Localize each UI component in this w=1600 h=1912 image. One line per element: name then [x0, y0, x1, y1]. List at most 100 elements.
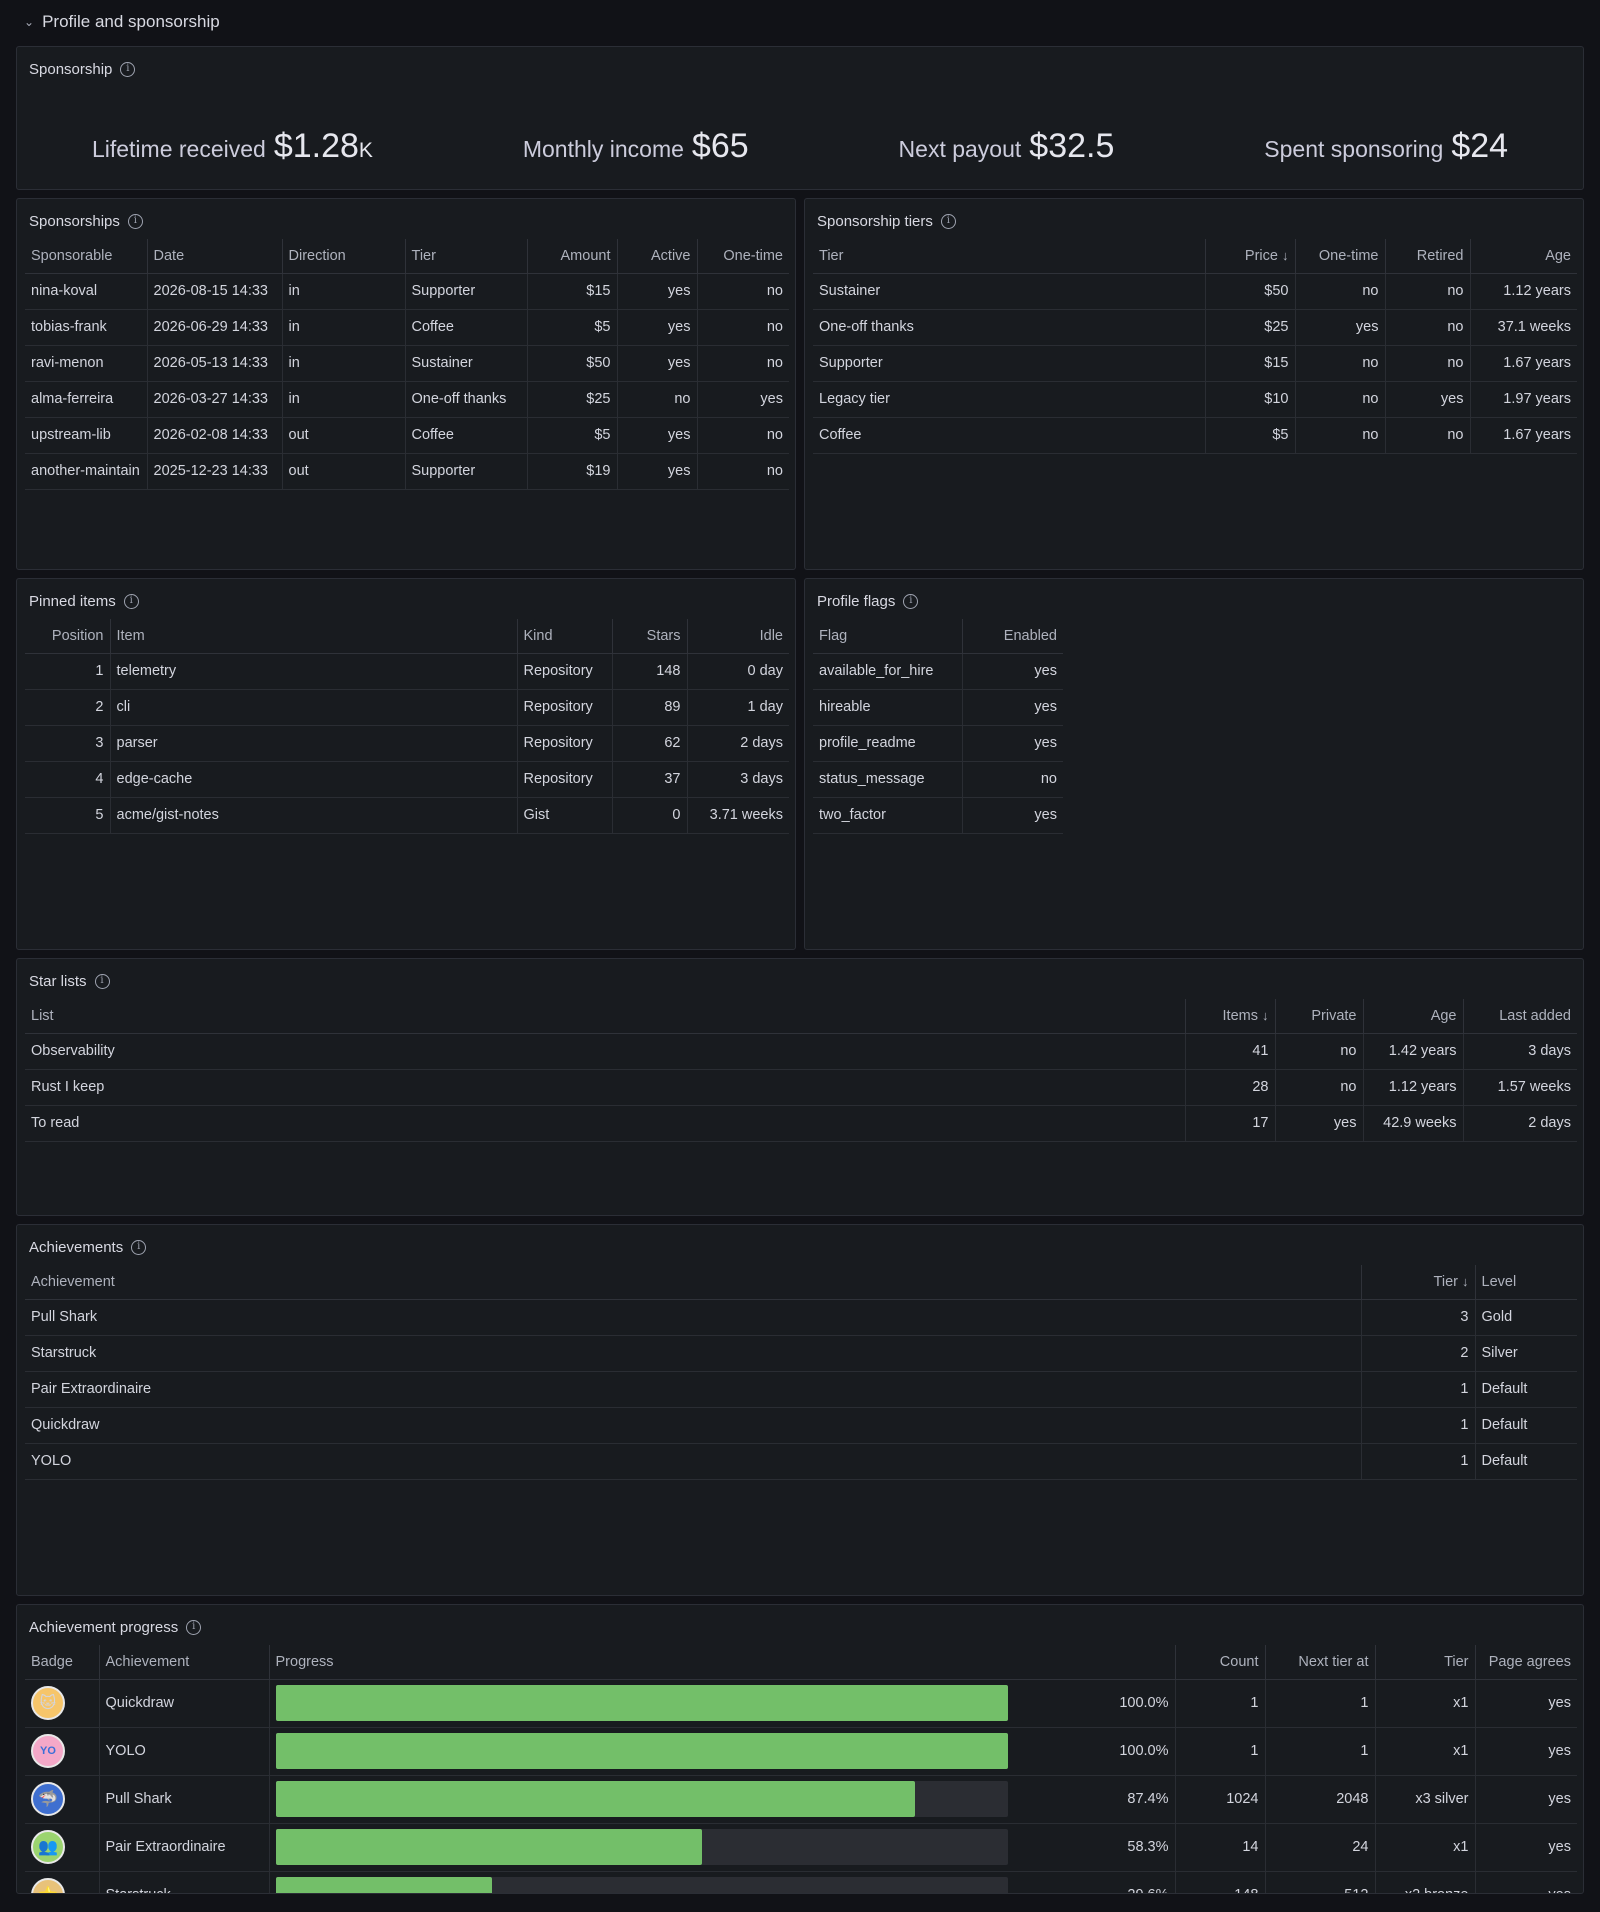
- column-header[interactable]: Page agrees: [1474, 1645, 1577, 1680]
- column-header[interactable]: Item: [109, 619, 517, 654]
- column-header[interactable]: One-time: [1294, 239, 1385, 274]
- table-row[interactable]: Observability 41 no 1.42 years 3 days: [25, 1033, 1577, 1070]
- table-row[interactable]: status_message no: [813, 761, 1063, 798]
- table-row[interactable]: Sustainer $50 no no 1.12 years: [813, 273, 1577, 310]
- info-icon[interactable]: i: [131, 1239, 147, 1255]
- table-row[interactable]: Quickdraw 1 Default: [25, 1407, 1577, 1444]
- column-header[interactable]: Achievement: [98, 1645, 269, 1680]
- column-header[interactable]: Achievement: [25, 1265, 1361, 1300]
- table-row[interactable]: 1 telemetry Repository 148 0 day: [25, 653, 789, 690]
- table-row[interactable]: Legacy tier $10 no yes 1.97 years: [813, 381, 1577, 418]
- column-header[interactable]: Tier: [1374, 1645, 1475, 1680]
- tier-link[interactable]: Coffee: [813, 417, 1205, 454]
- column-header-sorted[interactable]: Items ↓: [1184, 999, 1275, 1034]
- table-row[interactable]: upstream-lib 2026-02-08 14:33 out Coffee $5 y…: [25, 417, 789, 454]
- item-link[interactable]: parser: [109, 725, 517, 762]
- table-row[interactable]: Pull Shark 3 Gold: [25, 1299, 1577, 1336]
- column-header[interactable]: Last added: [1462, 999, 1577, 1034]
- tier-link[interactable]: Supporter: [813, 345, 1205, 382]
- table-row[interactable]: 2 cli Repository 89 1 day: [25, 689, 789, 726]
- table-row[interactable]: two_factor yes: [813, 797, 1063, 834]
- table-row[interactable]: YO YOLO 100.0% 1 1 x1 yes: [25, 1727, 1577, 1776]
- sponsorable-link[interactable]: ravi-menon: [25, 345, 147, 382]
- table-row[interactable]: One-off thanks $25 yes no 37.1 weeks: [813, 309, 1577, 346]
- table-row[interactable]: available_for_hire yes: [813, 653, 1063, 690]
- sponsorable-link[interactable]: tobias-frank: [25, 309, 147, 346]
- table-row[interactable]: hireable yes: [813, 689, 1063, 726]
- achievement-link[interactable]: YOLO: [25, 1443, 1361, 1480]
- column-header[interactable]: Active: [616, 239, 697, 274]
- column-header[interactable]: Enabled: [961, 619, 1063, 654]
- table-row[interactable]: Rust I keep 28 no 1.12 years 1.57 weeks: [25, 1069, 1577, 1106]
- column-header[interactable]: Private: [1274, 999, 1363, 1034]
- column-header[interactable]: Direction: [281, 239, 405, 274]
- achievement-link[interactable]: Pair Extraordinaire: [25, 1371, 1361, 1408]
- item-link[interactable]: edge-cache: [109, 761, 517, 798]
- item-link[interactable]: telemetry: [109, 653, 517, 690]
- table-row[interactable]: tobias-frank 2026-06-29 14:33 in Coffee $5 ye…: [25, 309, 789, 346]
- table-row[interactable]: 🐱 Quickdraw 100.0% 1 1 x1 yes: [25, 1679, 1577, 1728]
- row-header[interactable]: ⌄ Profile and sponsorship: [24, 10, 220, 34]
- sponsorable-link[interactable]: another-maintain: [25, 453, 147, 490]
- achievement-link[interactable]: YOLO: [98, 1727, 269, 1776]
- achievement-link[interactable]: Pair Extraordinaire: [98, 1823, 269, 1872]
- info-icon[interactable]: i: [940, 213, 956, 229]
- column-header[interactable]: Stars: [611, 619, 687, 654]
- column-header[interactable]: Next tier at: [1264, 1645, 1375, 1680]
- table-row[interactable]: 👥 Pair Extraordinaire 58.3% 14 24 x1 yes: [25, 1823, 1577, 1872]
- item-link[interactable]: cli: [109, 689, 517, 726]
- column-header[interactable]: Sponsorable: [25, 239, 147, 274]
- achievement-link[interactable]: Pull Shark: [98, 1775, 269, 1824]
- achievement-link[interactable]: Starstruck: [25, 1335, 1361, 1372]
- column-header[interactable]: One-time: [696, 239, 789, 274]
- chevron-down-icon[interactable]: ⌄: [24, 15, 34, 29]
- column-header[interactable]: Date: [146, 239, 282, 274]
- info-icon[interactable]: i: [120, 61, 136, 77]
- info-icon[interactable]: i: [123, 593, 139, 609]
- tier-link[interactable]: Legacy tier: [813, 381, 1205, 418]
- achievement-link[interactable]: Quickdraw: [25, 1407, 1361, 1444]
- column-header[interactable]: Kind: [516, 619, 612, 654]
- tier-link[interactable]: One-off thanks: [813, 309, 1205, 346]
- column-header[interactable]: Position: [25, 619, 110, 654]
- column-header[interactable]: Idle: [686, 619, 789, 654]
- item-link[interactable]: acme/gist-notes: [109, 797, 517, 834]
- table-row[interactable]: 5 acme/gist-notes Gist 0 3.71 weeks: [25, 797, 789, 834]
- achievement-link[interactable]: Pull Shark: [25, 1299, 1361, 1336]
- list-link[interactable]: To read: [25, 1105, 1185, 1142]
- list-link[interactable]: Rust I keep: [25, 1069, 1185, 1106]
- table-row[interactable]: 🦈 Pull Shark 87.4% 1024 2048 x3 silver yes: [25, 1775, 1577, 1824]
- info-icon[interactable]: i: [186, 1619, 202, 1635]
- table-row[interactable]: profile_readme yes: [813, 725, 1063, 762]
- achievement-link[interactable]: Starstruck: [98, 1871, 269, 1893]
- column-header[interactable]: Age: [1362, 999, 1463, 1034]
- flag-link[interactable]: hireable: [813, 689, 962, 726]
- flag-link[interactable]: two_factor: [813, 797, 962, 834]
- flag-link[interactable]: available_for_hire: [813, 653, 962, 690]
- table-row[interactable]: 3 parser Repository 62 2 days: [25, 725, 789, 762]
- info-icon[interactable]: i: [94, 973, 110, 989]
- column-header[interactable]: Amount: [526, 239, 617, 274]
- column-header[interactable]: Age: [1469, 239, 1577, 274]
- column-header[interactable]: Tier: [813, 239, 1205, 274]
- table-row[interactable]: Pair Extraordinaire 1 Default: [25, 1371, 1577, 1408]
- achievement-link[interactable]: Quickdraw: [98, 1679, 269, 1728]
- flag-link[interactable]: profile_readme: [813, 725, 962, 762]
- table-row[interactable]: 4 edge-cache Repository 37 3 days: [25, 761, 789, 798]
- column-header[interactable]: Level: [1474, 1265, 1577, 1300]
- table-row[interactable]: another-maintain 2025-12-23 14:33 out Suppo…: [25, 453, 789, 490]
- table-row[interactable]: alma-ferreira 2026-03-27 14:33 in One-off t…: [25, 381, 789, 418]
- table-row[interactable]: Supporter $15 no no 1.67 years: [813, 345, 1577, 382]
- table-row[interactable]: Starstruck 2 Silver: [25, 1335, 1577, 1372]
- column-header-sorted[interactable]: Tier ↓: [1360, 1265, 1475, 1300]
- sponsorable-link[interactable]: alma-ferreira: [25, 381, 147, 418]
- info-icon[interactable]: i: [903, 593, 919, 609]
- table-row[interactable]: nina-koval 2026-08-15 14:33 in Supporter $15…: [25, 273, 789, 310]
- table-row[interactable]: To read 17 yes 42.9 weeks 2 days: [25, 1105, 1577, 1142]
- table-row[interactable]: Coffee $5 no no 1.67 years: [813, 417, 1577, 454]
- column-header[interactable]: List: [25, 999, 1185, 1034]
- sponsorable-link[interactable]: upstream-lib: [25, 417, 147, 454]
- flag-link[interactable]: status_message: [813, 761, 962, 798]
- column-header[interactable]: Flag: [813, 619, 962, 654]
- column-header[interactable]: Tier: [404, 239, 527, 274]
